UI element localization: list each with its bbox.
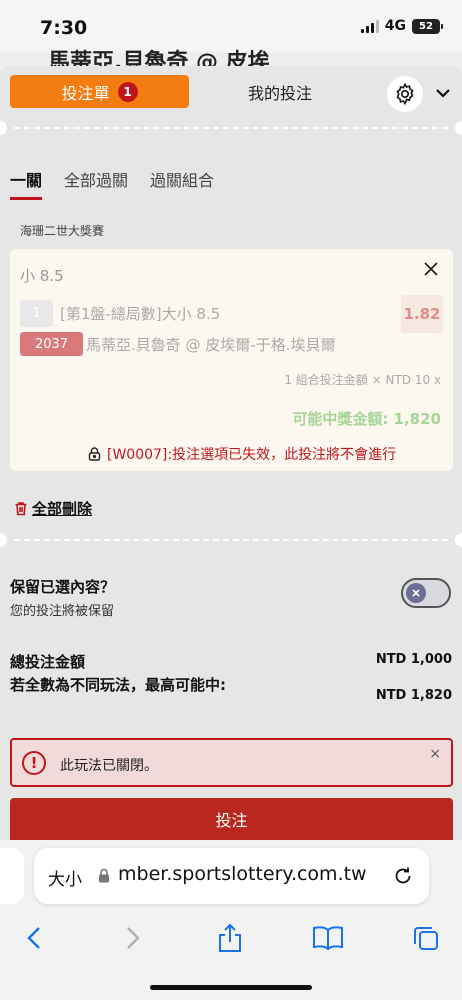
selection-title: 小 8.5 <box>20 267 64 285</box>
forward-button[interactable] <box>113 918 153 958</box>
toggle-off-icon <box>406 583 426 603</box>
previous-tab-preview[interactable] <box>0 848 24 904</box>
keep-selection-toggle[interactable] <box>401 578 451 608</box>
keep-selection-subtitle: 您的投注將被保留 <box>10 604 115 619</box>
address-bar[interactable]: 大小 mber.sportslottery.com.tw <box>34 848 429 904</box>
max-win-label: 若全數為不同玩法，最高可能中: <box>10 676 227 694</box>
signal-icon <box>360 19 379 33</box>
network-label: 4G <box>384 18 406 34</box>
bet-count-badge: 1 <box>117 81 138 102</box>
lock-icon <box>99 868 109 883</box>
tabs-button[interactable] <box>406 918 446 958</box>
selection-error: [W0007]:投注選項已失效，此投注將不會進行 <box>88 444 396 464</box>
delete-all-label: 全部刪除 <box>32 500 93 518</box>
exclamation-icon: ! <box>22 751 46 775</box>
status-bar: 7:30 4G 52 <box>0 0 462 52</box>
battery-icon: 52 <box>412 18 443 34</box>
alert-text: 此玩法已關閉。 <box>60 758 158 774</box>
status-indicators: 4G 52 <box>360 18 443 34</box>
gear-icon <box>396 82 414 106</box>
url-text: mber.sportslottery.com.tw <box>118 863 367 885</box>
market-name: [第1盤-總局數]大小 8.5 <box>60 305 221 323</box>
divider <box>0 121 462 135</box>
browser-toolbar <box>0 918 462 958</box>
total-stake-value: NTD 1,000 <box>375 652 452 667</box>
remove-selection-button[interactable] <box>421 259 441 279</box>
bet-slip-sheet: 投注單 1 我的投注 一關 全部過關 過關組合 海珊二世大獎賽 小 8.5 1 … <box>0 66 462 840</box>
settings-button[interactable] <box>387 76 423 112</box>
lock-icon <box>88 447 101 461</box>
text-size-button[interactable]: 大小 <box>48 865 82 890</box>
trash-icon <box>15 502 27 516</box>
match-name: 馬蒂亞.貝魯奇 @ 皮埃爾-于格.埃貝爾 <box>86 336 336 354</box>
total-stake-label: 總投注金額 <box>10 653 86 671</box>
leg-number: 1 <box>20 300 53 327</box>
tournament-name: 海珊二世大獎賽 <box>20 224 105 238</box>
delete-all-button[interactable]: 全部刪除 <box>14 498 92 519</box>
selection-card: 小 8.5 1 [第1盤-總局數]大小 8.5 1.82 2037 馬蒂亞.貝魯… <box>10 249 453 471</box>
background-page-title: 馬蒂亞.貝魯奇 @ 皮埃 <box>48 50 270 66</box>
max-win-value: NTD 1,820 <box>375 688 452 703</box>
share-icon <box>219 923 241 952</box>
tab-my-bets[interactable]: 我的投注 <box>210 75 350 108</box>
tab-parlay-combo[interactable]: 過關組合 <box>150 167 214 200</box>
chevron-left-icon <box>27 927 40 949</box>
combo-stake-line: 1 組合投注金額 × NTD 10 x <box>284 373 441 387</box>
closed-market-alert: ! 此玩法已關閉。 × <box>10 738 453 787</box>
tab-bet-slip-label: 投注單 <box>61 83 110 103</box>
tab-all-parlay[interactable]: 全部過關 <box>64 167 128 200</box>
chevron-down-icon <box>436 89 450 98</box>
browser-chrome: 大小 mber.sportslottery.com.tw <box>0 840 462 1000</box>
tab-bet-slip[interactable]: 投注單 1 <box>10 75 189 108</box>
share-button[interactable] <box>210 918 250 958</box>
selection-error-text: [W0007]:投注選項已失效，此投注將不會進行 <box>107 447 397 463</box>
status-time: 7:30 <box>40 17 88 39</box>
back-button[interactable] <box>14 918 54 958</box>
home-indicator <box>150 985 312 990</box>
divider <box>0 533 462 547</box>
chevron-right-icon <box>127 927 140 949</box>
odds-value: 1.82 <box>401 295 443 333</box>
keep-selection-title: 保留已選內容？ <box>10 578 116 596</box>
potential-payout: 可能中獎金額: 1,820 <box>292 410 441 428</box>
alert-close-button[interactable]: × <box>429 746 441 762</box>
reload-icon[interactable] <box>392 865 414 887</box>
tab-single[interactable]: 一關 <box>10 167 43 200</box>
collapse-button[interactable] <box>432 82 454 104</box>
place-bet-button[interactable]: 投注 <box>10 798 453 840</box>
match-code: 2037 <box>20 332 83 356</box>
book-icon <box>313 926 343 951</box>
bookmarks-button[interactable] <box>308 918 348 958</box>
bet-type-tabs: 一關 全部過關 過關組合 <box>10 167 214 200</box>
close-icon <box>424 262 438 276</box>
tabs-icon <box>414 927 438 950</box>
